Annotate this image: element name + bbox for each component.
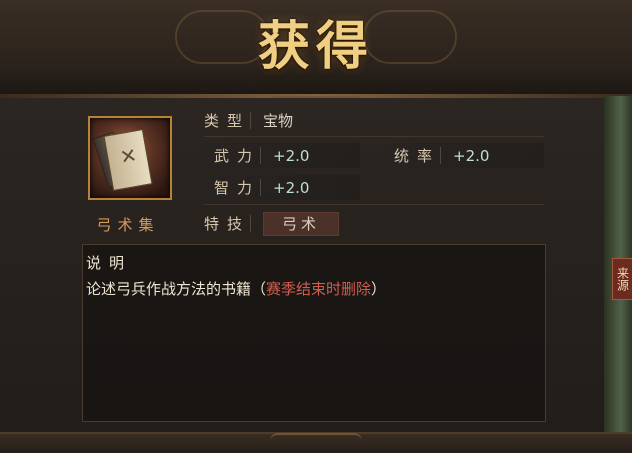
intelligence-label: 智力 bbox=[214, 179, 261, 197]
intelligence-row: 智力 +2.0 bbox=[204, 175, 360, 200]
command-label: 统率 bbox=[394, 147, 441, 165]
bottom-ornament bbox=[270, 433, 362, 449]
skill-label: 特技 bbox=[204, 215, 251, 233]
description-end-text: ） bbox=[371, 280, 387, 298]
intelligence-value: +2.0 bbox=[273, 178, 310, 197]
description-highlight: 赛季结束时删除 bbox=[266, 280, 372, 298]
side-tab[interactable]: 来源 bbox=[612, 258, 632, 300]
type-row: 类型 宝物 bbox=[204, 108, 544, 133]
separator bbox=[250, 112, 252, 129]
item-icon-frame[interactable]: ✕ bbox=[88, 116, 172, 200]
skill-badge[interactable]: 弓术 bbox=[263, 211, 340, 236]
skill-row: 特技 弓术 bbox=[204, 211, 544, 236]
reward-banner: 获得 bbox=[0, 0, 632, 98]
description-main-text: 论述弓兵作战方法的书籍（ bbox=[86, 280, 267, 298]
item-name: 弓术集 bbox=[96, 216, 160, 234]
separator bbox=[250, 215, 252, 232]
type-value: 宝物 bbox=[263, 112, 294, 130]
command-value: +2.0 bbox=[453, 146, 490, 165]
separator bbox=[440, 147, 442, 164]
force-row: 武力 +2.0 bbox=[204, 143, 360, 168]
banner-title: 获得 bbox=[257, 16, 374, 77]
command-row: 统率 +2.0 bbox=[388, 143, 544, 168]
description-box bbox=[82, 244, 546, 422]
row-divider bbox=[204, 136, 544, 137]
separator bbox=[260, 179, 262, 196]
force-label: 武力 bbox=[214, 147, 261, 165]
force-value: +2.0 bbox=[273, 146, 310, 165]
type-label: 类型 bbox=[204, 112, 251, 130]
description-title: 说明 bbox=[86, 254, 133, 272]
description-text: 论述弓兵作战方法的书籍（赛季结束时删除） bbox=[86, 278, 386, 299]
separator bbox=[260, 147, 262, 164]
row-divider bbox=[204, 204, 544, 205]
